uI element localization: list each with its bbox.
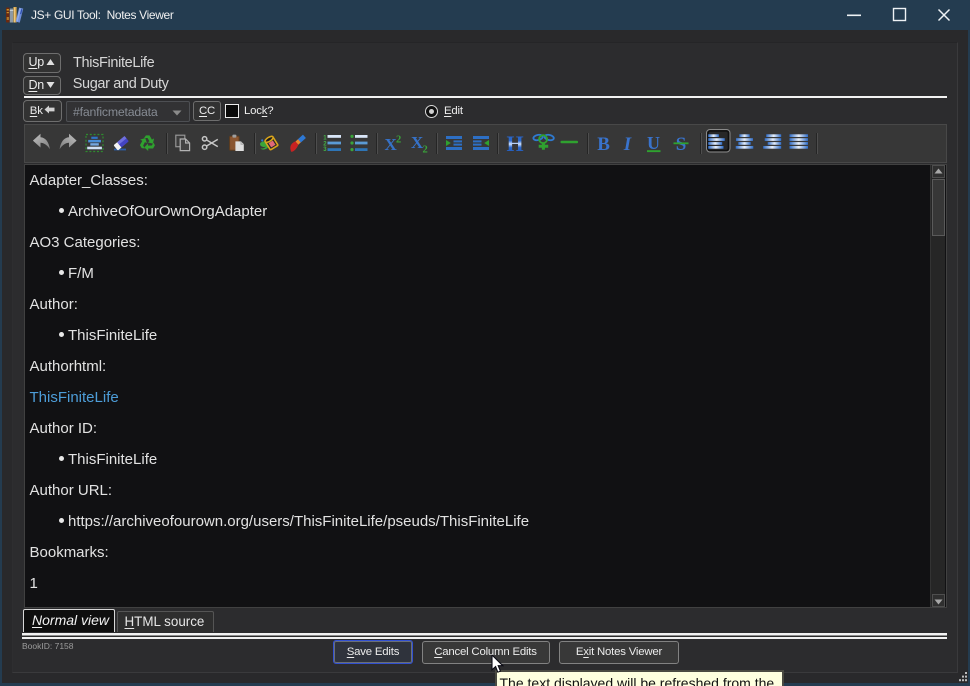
svg-text:2: 2 <box>396 134 401 145</box>
svg-text:3: 3 <box>323 147 327 153</box>
svg-text:2: 2 <box>423 144 428 155</box>
svg-text:B: B <box>597 134 610 155</box>
svg-text:U: U <box>647 133 660 153</box>
svg-text:I: I <box>623 134 632 155</box>
svg-text:H: H <box>507 131 524 156</box>
svg-text:S: S <box>676 134 687 155</box>
